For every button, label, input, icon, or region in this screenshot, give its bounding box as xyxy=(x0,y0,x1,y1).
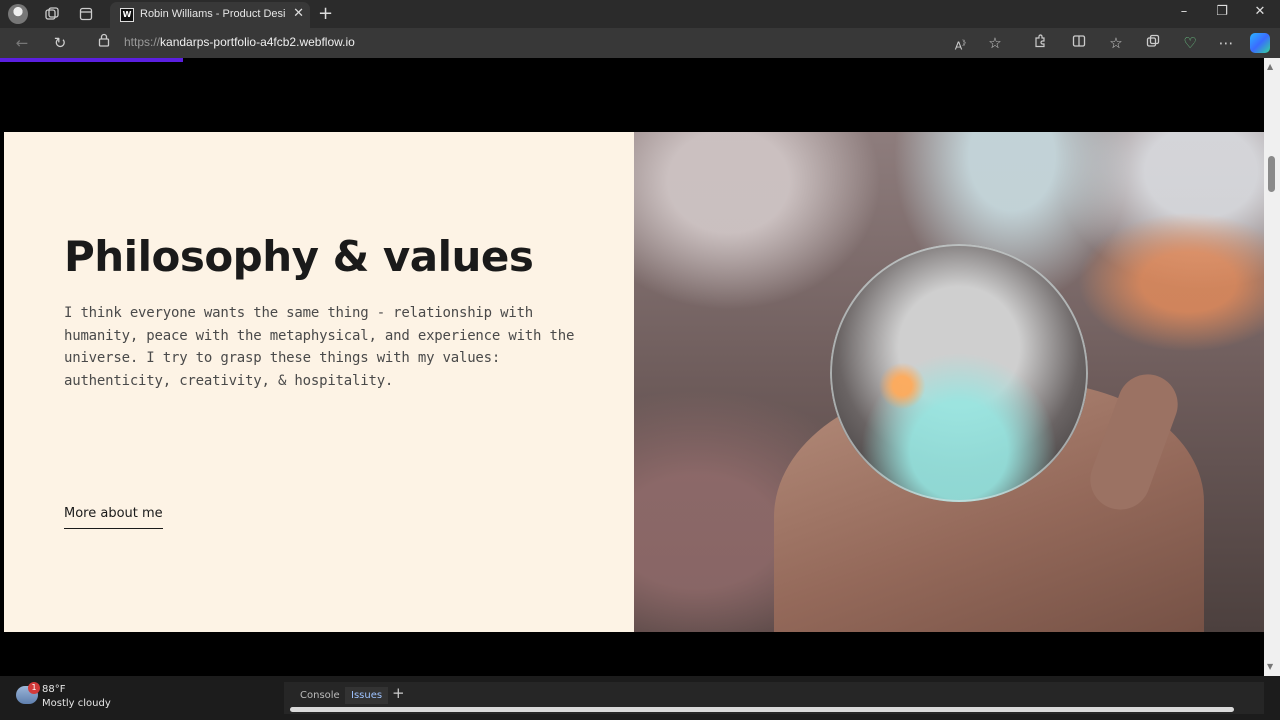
devtools-drawer: Console Issues + xyxy=(284,682,1264,714)
add-tab-icon[interactable]: + xyxy=(392,684,405,702)
crystal-ball-photo xyxy=(634,132,1264,632)
scroll-up-icon[interactable]: ▲ xyxy=(1267,62,1273,71)
philosophy-text-panel: Philosophy & values I think everyone wan… xyxy=(4,132,634,632)
weather-condition: Mostly cloudy xyxy=(42,698,111,709)
back-icon[interactable]: ← xyxy=(12,33,32,53)
section-heading: Philosophy & values xyxy=(64,232,534,281)
workspaces-icon[interactable] xyxy=(42,4,62,24)
browser-tab-strip: W Robin Williams - Product Designer ✕ + … xyxy=(0,0,1280,28)
lock-icon[interactable] xyxy=(94,33,114,53)
page-viewport: Philosophy & values I think everyone wan… xyxy=(0,58,1264,676)
page-scrollbar[interactable]: ▲ ▼ xyxy=(1264,58,1280,676)
scroll-down-icon[interactable]: ▼ xyxy=(1267,662,1273,671)
close-tab-icon[interactable]: ✕ xyxy=(293,6,304,21)
favorites-icon[interactable]: ☆ xyxy=(1106,33,1126,53)
crystal-orb xyxy=(830,244,1088,502)
collections-icon[interactable] xyxy=(1143,33,1163,53)
tab-console[interactable]: Console xyxy=(294,687,346,704)
tab-issues[interactable]: Issues xyxy=(345,687,389,704)
scrollbar-thumb[interactable] xyxy=(1268,156,1275,192)
restore-icon[interactable]: ❐ xyxy=(1212,4,1232,19)
copilot-icon[interactable] xyxy=(1250,33,1270,53)
scroll-progress-bar xyxy=(0,58,184,62)
read-aloud-icon[interactable]: A》 xyxy=(952,33,972,53)
close-window-icon[interactable]: ✕ xyxy=(1250,4,1270,19)
refresh-icon[interactable]: ↻ xyxy=(50,33,70,53)
tab-actions-icon[interactable] xyxy=(76,4,96,24)
split-screen-icon[interactable] xyxy=(1069,33,1089,53)
weather-widget[interactable]: 1 88°F Mostly cloudy xyxy=(14,682,284,714)
site-favicon: W xyxy=(120,8,134,22)
url-scheme: https:// xyxy=(124,35,161,49)
more-menu-icon[interactable]: ⋯ xyxy=(1216,33,1236,53)
extensions-icon[interactable] xyxy=(1030,33,1050,53)
philosophy-paragraph: I think everyone wants the same thing - … xyxy=(64,305,575,389)
weather-alert-badge: 1 xyxy=(28,682,40,694)
profile-avatar[interactable] xyxy=(8,4,28,24)
taskbar: 1 88°F Mostly cloudy Console Issues + xyxy=(0,676,1280,720)
weather-temperature: 88°F xyxy=(42,684,66,695)
active-tab[interactable]: W Robin Williams - Product Designer ✕ xyxy=(110,2,310,28)
new-tab-icon[interactable]: + xyxy=(318,3,333,24)
url-field[interactable]: https://kandarps-portfolio-a4fcb2.webflo… xyxy=(124,35,355,49)
tab-title: Robin Williams - Product Designer xyxy=(140,8,286,20)
address-toolbar: ← ↻ https://kandarps-portfolio-a4fcb2.we… xyxy=(0,28,1280,58)
philosophy-section: Philosophy & values I think everyone wan… xyxy=(4,132,1264,632)
minimize-icon[interactable]: – xyxy=(1174,4,1194,19)
browser-essentials-icon[interactable]: ♡ xyxy=(1180,33,1200,53)
favorite-star-icon[interactable]: ☆ xyxy=(985,33,1005,53)
url-host: kandarps-portfolio-a4fcb2.webflow.io xyxy=(160,35,355,49)
more-about-me-link[interactable]: More about me xyxy=(64,506,163,529)
drawer-scrollbar[interactable] xyxy=(290,707,1234,712)
